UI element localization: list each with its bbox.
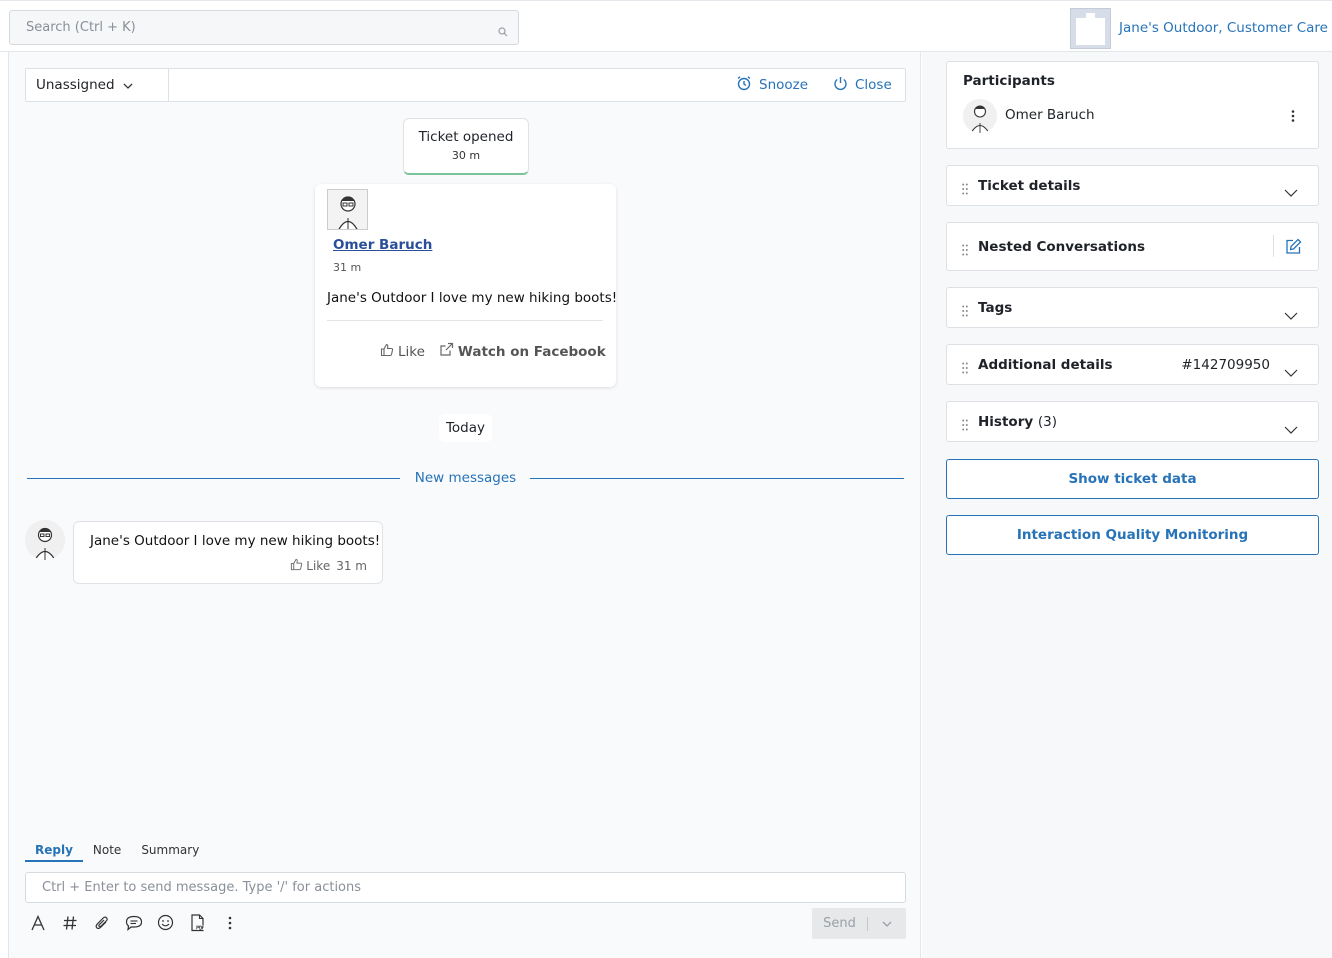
section-title: Nested Conversations bbox=[978, 239, 1146, 255]
send-button[interactable]: Send bbox=[812, 908, 906, 939]
history-label: History bbox=[978, 414, 1034, 430]
drag-handle-icon[interactable] bbox=[962, 416, 968, 435]
external-link-icon bbox=[439, 342, 454, 361]
avatar bbox=[963, 99, 997, 133]
thumbs-up-icon bbox=[380, 343, 394, 361]
post-time: 31 m bbox=[333, 261, 362, 274]
more-vertical-icon[interactable] bbox=[1290, 108, 1296, 127]
composer-box[interactable] bbox=[25, 872, 906, 903]
assignee-label: Unassigned bbox=[36, 77, 115, 93]
tab-note[interactable]: Note bbox=[83, 838, 131, 862]
chevron-down-icon[interactable] bbox=[1284, 182, 1298, 201]
additional-details-section[interactable]: Additional details #142709950 bbox=[946, 344, 1319, 385]
chevron-down-icon[interactable] bbox=[1284, 362, 1298, 381]
composer-tabs: Reply Note Summary bbox=[25, 838, 209, 864]
pdf-icon[interactable] bbox=[187, 912, 208, 933]
ticket-opened-title: Ticket opened bbox=[418, 129, 514, 145]
hashtag-icon[interactable] bbox=[59, 912, 80, 933]
drag-handle-icon[interactable] bbox=[962, 180, 968, 199]
paperclip-icon[interactable] bbox=[91, 912, 112, 933]
more-vertical-icon[interactable] bbox=[219, 912, 240, 933]
drag-handle-icon[interactable] bbox=[962, 241, 968, 260]
ticket-opened-event: Ticket opened 30 m bbox=[403, 118, 529, 175]
close-ticket-button[interactable]: Close bbox=[833, 69, 892, 101]
chevron-down-icon[interactable] bbox=[1284, 419, 1298, 438]
account-switcher[interactable]: Jane's Outdoor, Customer Care bbox=[1070, 7, 1328, 49]
composer-toolbar bbox=[27, 912, 240, 933]
text-format-icon[interactable] bbox=[27, 912, 48, 933]
message-time: 31 m bbox=[336, 559, 367, 573]
alarm-clock-icon bbox=[736, 75, 752, 95]
conversation-panel: Unassigned Snooze Close Ticket opened 30… bbox=[8, 52, 921, 958]
new-messages-divider: New messages bbox=[27, 468, 904, 488]
day-separator: Today bbox=[439, 414, 492, 442]
edit-icon[interactable] bbox=[1285, 238, 1302, 259]
interaction-quality-monitoring-button[interactable]: Interaction Quality Monitoring bbox=[946, 515, 1319, 555]
chevron-down-icon[interactable] bbox=[868, 921, 906, 927]
post-author-link[interactable]: Omer Baruch bbox=[333, 237, 432, 253]
like-label: Like bbox=[306, 559, 331, 573]
show-ticket-data-button[interactable]: Show ticket data bbox=[946, 459, 1319, 499]
chevron-down-icon bbox=[123, 77, 133, 93]
top-bar: Jane's Outdoor, Customer Care bbox=[0, 0, 1332, 52]
section-title: History (3) bbox=[978, 414, 1057, 430]
chevron-down-icon[interactable] bbox=[1284, 305, 1298, 324]
power-icon bbox=[833, 76, 848, 95]
close-label: Close bbox=[855, 77, 892, 93]
message-bubble: Jane's Outdoor I love my new hiking boot… bbox=[73, 521, 383, 584]
avatar bbox=[327, 189, 368, 230]
watch-label: Watch on Facebook bbox=[457, 343, 606, 360]
ticket-details-section[interactable]: Ticket details bbox=[946, 165, 1319, 206]
like-label: Like bbox=[398, 343, 425, 360]
facebook-post-card: Omer Baruch 31 m Jane's Outdoor I love m… bbox=[315, 184, 618, 387]
account-name[interactable]: Jane's Outdoor, Customer Care bbox=[1119, 20, 1328, 36]
nested-conversations-section[interactable]: Nested Conversations bbox=[946, 222, 1319, 271]
post-message: Jane's Outdoor I love my new hiking boot… bbox=[327, 290, 618, 306]
ticket-id: #142709950 bbox=[1181, 357, 1270, 373]
like-button[interactable]: Like bbox=[380, 342, 425, 361]
history-section[interactable]: History (3) bbox=[946, 401, 1319, 442]
snooze-label: Snooze bbox=[759, 77, 809, 93]
avatar bbox=[25, 520, 65, 560]
tab-reply[interactable]: Reply bbox=[25, 838, 83, 862]
divider bbox=[327, 320, 603, 321]
send-label: Send bbox=[823, 916, 856, 931]
like-button[interactable]: Like bbox=[290, 558, 330, 574]
snooze-button[interactable]: Snooze bbox=[736, 69, 808, 101]
message-text: Jane's Outdoor I love my new hiking boot… bbox=[90, 533, 381, 549]
participants-card: Participants Omer Baruch bbox=[946, 61, 1319, 149]
chat-bubble-icon[interactable] bbox=[123, 912, 144, 933]
participants-title: Participants bbox=[963, 73, 1055, 89]
tab-summary[interactable]: Summary bbox=[131, 838, 209, 862]
drag-handle-icon[interactable] bbox=[962, 302, 968, 321]
ticket-opened-time: 30 m bbox=[451, 149, 481, 162]
ticket-toolbar: Unassigned Snooze Close bbox=[25, 68, 906, 102]
search-box[interactable] bbox=[9, 10, 519, 45]
watch-on-facebook-link[interactable]: Watch on Facebook bbox=[439, 342, 606, 361]
thumbs-up-icon bbox=[290, 558, 303, 574]
history-count: (3) bbox=[1037, 414, 1057, 430]
search-input[interactable] bbox=[10, 11, 480, 44]
section-title: Tags bbox=[978, 300, 1013, 316]
message-meta: Like 31 m bbox=[290, 558, 367, 574]
emoji-icon[interactable] bbox=[155, 912, 176, 933]
account-logo bbox=[1070, 7, 1112, 49]
ticket-sidebar: Participants Omer Baruch Ticket details … bbox=[922, 52, 1332, 958]
post-actions: Like Watch on Facebook bbox=[380, 342, 606, 361]
assignee-dropdown[interactable]: Unassigned bbox=[26, 69, 169, 101]
message-input[interactable] bbox=[26, 873, 886, 902]
new-messages-label: New messages bbox=[414, 470, 517, 486]
section-title: Ticket details bbox=[978, 178, 1081, 194]
tags-section[interactable]: Tags bbox=[946, 287, 1319, 328]
drag-handle-icon[interactable] bbox=[962, 359, 968, 378]
participant-name[interactable]: Omer Baruch bbox=[1005, 107, 1095, 123]
divider bbox=[1273, 235, 1274, 257]
search-icon[interactable] bbox=[498, 22, 508, 41]
section-title: Additional details bbox=[978, 357, 1113, 373]
